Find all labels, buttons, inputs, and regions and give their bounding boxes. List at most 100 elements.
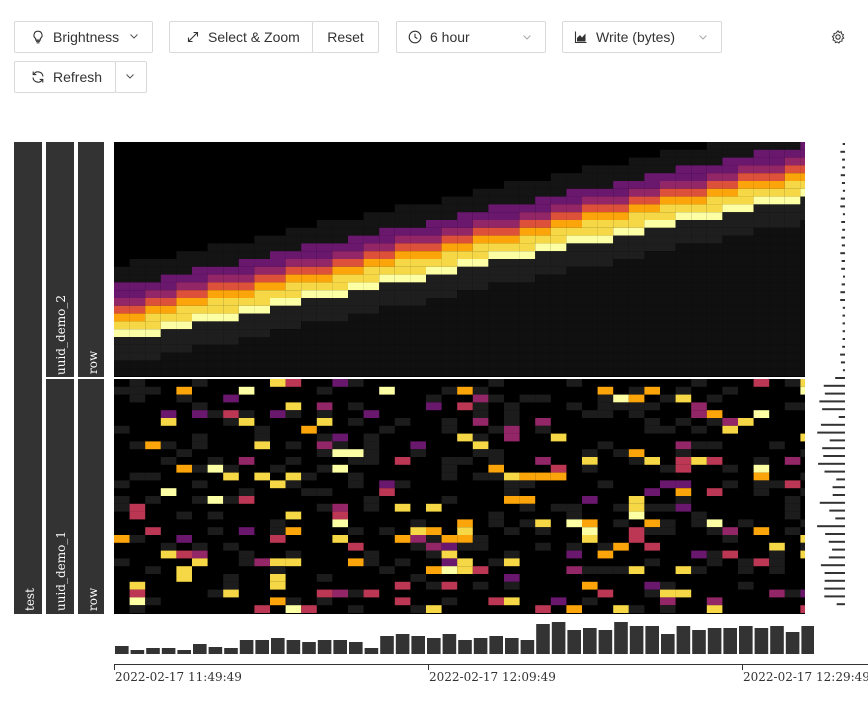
heatmap-cell xyxy=(394,352,411,361)
heatmap-cell xyxy=(176,352,192,361)
heatmap-cell xyxy=(457,305,473,314)
heatmap-cell xyxy=(457,282,473,291)
heatmap-cell xyxy=(566,282,582,291)
metric-select[interactable]: Write (bytes) xyxy=(562,21,722,53)
heatmap-cell xyxy=(160,282,177,291)
heatmap-cell xyxy=(722,386,738,395)
heatmap-cell xyxy=(316,449,333,457)
heatmap-cell xyxy=(285,313,302,322)
heatmap-cell xyxy=(722,204,738,213)
heatmap-cell xyxy=(722,235,738,244)
heatmap-cell xyxy=(192,368,208,376)
heatmap-cell xyxy=(784,142,801,150)
heatmap-cell xyxy=(394,251,411,259)
heatmap-cell xyxy=(129,344,146,353)
heatmap-cell xyxy=(800,165,805,174)
heatmap[interactable] xyxy=(114,142,805,614)
heatmap-cell xyxy=(800,305,805,314)
time-range-select[interactable]: 6 hour xyxy=(396,21,546,53)
heatmap-cell xyxy=(597,181,614,189)
heatmap-cell xyxy=(238,352,255,361)
heatmap-cell xyxy=(270,344,286,353)
heatmap-cell xyxy=(800,212,805,220)
row-summary-bar xyxy=(832,494,845,496)
heatmap-cell xyxy=(394,298,411,306)
heatmap-cell xyxy=(410,441,426,450)
label-column-row-1[interactable]: row xyxy=(78,142,104,377)
heatmap-cell xyxy=(769,227,785,236)
row-label: row xyxy=(86,350,100,374)
heatmap-cell xyxy=(348,605,364,613)
heatmap-cell xyxy=(691,282,707,291)
heatmap-cell xyxy=(504,352,520,361)
heatmap-cell xyxy=(800,605,805,613)
heatmap-cell xyxy=(597,344,614,353)
heatmap-cell xyxy=(363,344,380,353)
heatmap-cell xyxy=(753,212,770,220)
heatmap-cell xyxy=(800,519,805,528)
heatmap-cell xyxy=(457,196,473,205)
refresh-options-button[interactable] xyxy=(115,61,147,93)
heatmap-cell xyxy=(519,519,536,528)
chevron-down-icon xyxy=(125,71,137,83)
heatmap-cell xyxy=(550,597,567,606)
heatmap-cell xyxy=(644,282,660,291)
heatmap-cell xyxy=(660,480,676,489)
heatmap-cell xyxy=(769,368,785,376)
heatmap-cell xyxy=(769,165,785,174)
row-summary-bar xyxy=(840,353,845,356)
row-summary-bar xyxy=(820,423,845,426)
label-column-table-uuid-demo-1[interactable]: uuid_demo_1 xyxy=(46,379,74,614)
heatmap-cell xyxy=(769,181,785,189)
heatmap-cell xyxy=(753,344,770,353)
settings-button[interactable] xyxy=(830,29,846,45)
summary-bar xyxy=(754,628,769,654)
heatmap-cell xyxy=(644,558,660,567)
heatmap-cell xyxy=(379,313,395,322)
refresh-button[interactable]: Refresh xyxy=(14,61,116,93)
heatmap-cell xyxy=(316,274,333,283)
heatmap-cell xyxy=(301,227,317,236)
heatmap-cell xyxy=(675,196,692,205)
heatmap-cell xyxy=(176,464,192,473)
heatmap-cell xyxy=(457,204,473,213)
heatmap-cell xyxy=(753,259,770,267)
heatmap-cell xyxy=(285,558,302,567)
heatmap-cell xyxy=(722,550,738,559)
heatmap-cell xyxy=(753,337,770,345)
heatmap-cell xyxy=(753,368,770,376)
heatmap-cell xyxy=(613,196,629,205)
heatmap-cell xyxy=(270,352,286,361)
heatmap-cell xyxy=(192,282,208,291)
heatmap-cell xyxy=(722,298,738,306)
heatmap-cell xyxy=(706,266,723,275)
heatmap-cell xyxy=(238,337,255,345)
summary-bar xyxy=(614,622,628,654)
heatmap-cell xyxy=(238,558,255,567)
heatmap-cell xyxy=(628,266,645,275)
label-column-table-uuid-demo-2[interactable]: uuid_demo_2 xyxy=(46,142,74,377)
summary-bar xyxy=(707,628,722,654)
label-column-row-2[interactable]: row xyxy=(78,379,104,614)
heatmap-cell xyxy=(504,212,520,220)
heatmap-cell xyxy=(363,227,380,236)
heatmap-cell xyxy=(504,235,520,244)
heatmap-cell xyxy=(628,535,645,543)
select-zoom-button[interactable]: Select & Zoom xyxy=(169,21,313,53)
refresh-icon xyxy=(31,70,45,84)
heatmap-cell xyxy=(613,274,629,283)
heatmap-cell xyxy=(114,352,130,361)
heatmap-cell xyxy=(363,212,380,220)
heatmap-cell xyxy=(270,235,286,244)
heatmap-cell xyxy=(800,535,805,543)
heatmap-cell xyxy=(145,290,161,298)
heatmap-cell xyxy=(504,266,520,275)
heatmap-cell xyxy=(644,527,660,535)
heatmap-cell xyxy=(628,196,645,205)
brightness-dropdown[interactable]: Brightness xyxy=(14,21,153,53)
heatmap-cell xyxy=(660,165,676,174)
reset-button[interactable]: Reset xyxy=(312,21,379,53)
heatmap-cell xyxy=(535,519,551,528)
heatmap-cell xyxy=(270,298,286,306)
row-summary-bar xyxy=(842,314,845,317)
